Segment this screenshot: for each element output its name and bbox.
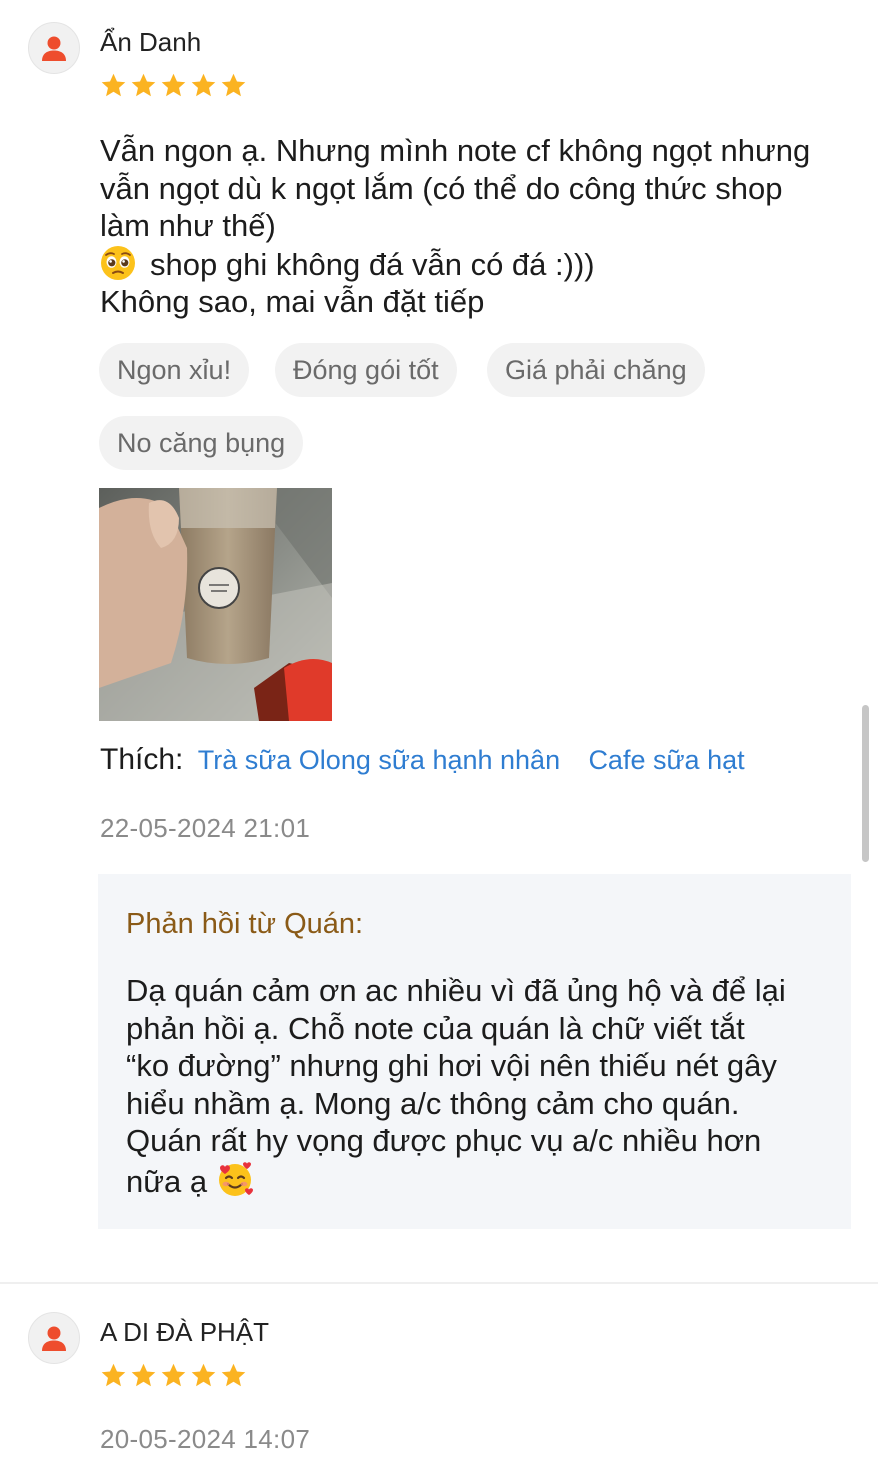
reply-text-line: Dạ quán cảm ơn ac nhiều vì đã ủng hộ và … <box>126 973 786 1008</box>
reply-text-line: “ko đường” nhưng ghi hơi vội nên thiếu n… <box>126 1048 777 1083</box>
review-tag: Đóng gói tốt <box>275 343 457 397</box>
review-item: Ẩn Danh Vẫn ngon ạ. Nhưng mình note cf k… <box>0 0 878 1282</box>
review-text-line: Không sao, mai vẫn đặt tiếp <box>100 284 485 319</box>
liked-dish-link[interactable]: Cafe sữa hạt <box>588 745 744 775</box>
star-icon <box>131 1363 156 1387</box>
star-icon <box>191 1363 216 1387</box>
star-rating <box>100 1362 247 1389</box>
reply-text-line: phản hồi ạ. Chỗ note của quán là chữ viế… <box>126 1010 745 1046</box>
star-icon <box>221 73 246 97</box>
review-text-line: làm như thế) <box>100 208 276 243</box>
review-tag: Ngon xỉu! <box>99 343 250 397</box>
person-icon <box>42 36 66 61</box>
scrollbar[interactable] <box>862 705 869 862</box>
reply-text-line: hiểu nhầm ạ. Mong a/c thông cảm cho quán… <box>126 1085 740 1121</box>
avatar[interactable] <box>28 22 80 74</box>
review-tag: Giá phải chăng <box>487 343 705 397</box>
person-icon <box>42 1326 66 1351</box>
liked-label: Thích: <box>100 743 184 776</box>
review-date: 22-05-2024 21:01 <box>100 813 311 843</box>
reply-text: Dạ quán cảm ơn ac nhiều vì đã ủng hộ và … <box>126 972 786 1200</box>
star-icon <box>101 1363 126 1387</box>
review-text: Vẫn ngon ạ. Nhưng mình note cf không ngọ… <box>100 132 850 321</box>
star-icon <box>161 1363 186 1387</box>
smiling-face-with-hearts-emoji <box>218 1161 253 1196</box>
star-icon <box>101 73 126 97</box>
reply-text-line: Quán rất hy vọng được phục vụ a/c nhiều … <box>126 1123 762 1158</box>
shop-reply: Phản hồi từ Quán: Dạ quán cảm ơn ac nhiề… <box>98 874 851 1229</box>
photo-drink-image <box>99 488 332 721</box>
pleading-face-emoji <box>101 245 135 280</box>
reply-text-line: nữa ạ <box>126 1160 786 1201</box>
review-text-segment: shop ghi không đá vẫn có đá :))) <box>150 246 595 282</box>
review-photo[interactable] <box>99 488 332 721</box>
liked-dishes: Thích: Trà sữa Olong sữa hạnh nhân Cafe … <box>100 743 765 777</box>
star-icon <box>191 73 216 97</box>
reviewer-name: Ẩn Danh <box>100 27 202 57</box>
review-tag: No căng bụng <box>99 416 304 470</box>
star-icon <box>131 73 156 97</box>
liked-dish-link[interactable]: Trà sữa Olong sữa hạnh nhân <box>198 745 560 775</box>
review-text-line: Vẫn ngon ạ. Nhưng mình note cf không ngọ… <box>100 133 811 168</box>
review-date: 20-05-2024 14:07 <box>100 1424 311 1454</box>
review-text-line: shop ghi không đá vẫn có đá :))) <box>100 245 850 284</box>
reply-text-segment: nữa ạ <box>126 1163 208 1199</box>
reply-title: Phản hồi từ Quán: <box>126 908 364 940</box>
review-item: A DI ĐÀ PHẬT 20-05-2024 14:07 <box>0 1284 878 1480</box>
star-rating <box>100 72 247 99</box>
avatar[interactable] <box>28 1312 80 1364</box>
star-icon <box>221 1363 246 1387</box>
reviewer-name: A DI ĐÀ PHẬT <box>100 1317 270 1347</box>
review-text-line: vẫn ngọt dù k ngọt lắm (có thể do công t… <box>100 170 783 206</box>
star-icon <box>161 73 186 97</box>
